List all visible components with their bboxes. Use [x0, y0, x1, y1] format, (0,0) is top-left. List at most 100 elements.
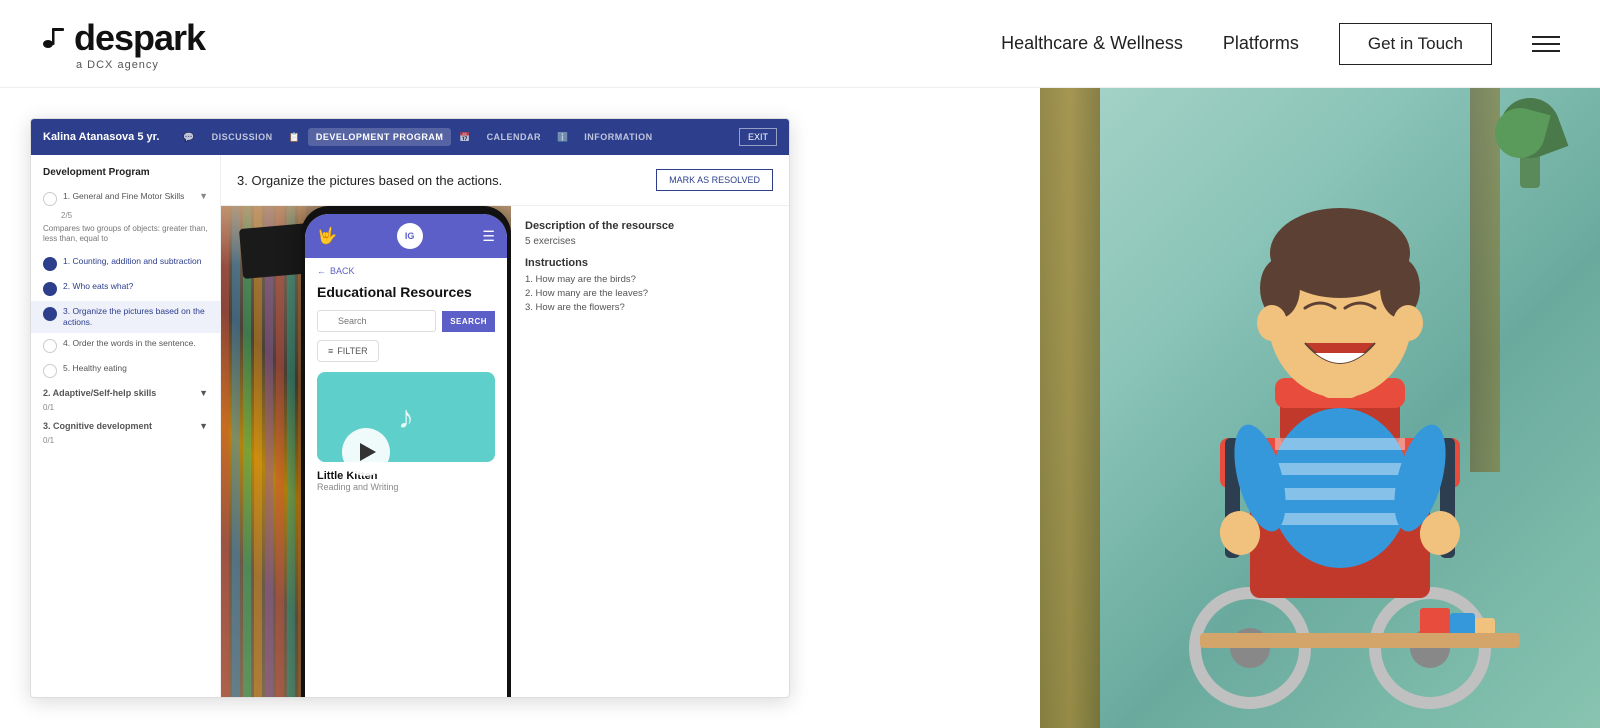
- phone-card-title: Little Kitten: [317, 470, 495, 482]
- hamburger-line-2: [1532, 43, 1560, 45]
- phone-screen: 🤟 IG ☰ ← BACK: [305, 214, 507, 697]
- app-tab-development-program[interactable]: DEVELOPMENT PROGRAM: [308, 128, 452, 146]
- sidebar-dot-active-2: [43, 282, 57, 296]
- music-note-icon: ♪: [398, 399, 414, 436]
- mark-resolved-button[interactable]: MARK AS RESOLVED: [656, 169, 773, 191]
- sidebar-section-adaptive[interactable]: 2. Adaptive/Self-help skills ▼: [31, 383, 220, 403]
- sidebar-section-cognitive-expand: ▼: [199, 421, 208, 431]
- devprogram-icon: 📋: [289, 132, 300, 143]
- header: despark a DCX agency Healthcare & Wellne…: [0, 0, 1600, 88]
- sidebar-dot-active-3: [43, 307, 57, 321]
- logo-text: despark: [74, 17, 205, 59]
- main-content: Kalina Atanasova 5 yr. 💬 DISCUSSION 📋 DE…: [0, 88, 1600, 728]
- sidebar-label-healthy-eating: 5. Healthy eating: [63, 363, 127, 374]
- logo[interactable]: despark: [40, 17, 205, 59]
- sidebar-title: Development Program: [31, 167, 220, 186]
- app-user-name: Kalina Atanasova 5 yr.: [43, 131, 159, 143]
- child-photo: [1040, 88, 1600, 728]
- hamburger-line-1: [1532, 36, 1560, 38]
- get-in-touch-button[interactable]: Get in Touch: [1339, 23, 1492, 65]
- phone-overlay: 🤟 IG ☰ ← BACK: [301, 206, 511, 697]
- main-nav: Healthcare & Wellness Platforms Get in T…: [1001, 23, 1560, 65]
- sidebar-progress-motor: 2/5: [31, 211, 220, 224]
- task-header: 3. Organize the pictures based on the ac…: [221, 155, 789, 206]
- phone-section-title: Educational Resources: [305, 280, 507, 310]
- tab-information-label: INFORMATION: [584, 132, 652, 142]
- sidebar-item-motor-skills[interactable]: 1. General and Fine Motor Skills ▼: [31, 186, 220, 211]
- sidebar-item-organize[interactable]: 3. Organize the pictures based on the ac…: [31, 301, 220, 333]
- sidebar-progress-cognitive: 0/1: [31, 436, 220, 449]
- sidebar-section-adaptive-label: 2. Adaptive/Self-help skills: [43, 388, 156, 398]
- filter-icon: ≡: [328, 346, 333, 356]
- phone-search-input[interactable]: [317, 310, 436, 332]
- instruction-2: 2. How many are the leaves?: [525, 288, 775, 299]
- sidebar-item-counting[interactable]: 1. Counting, addition and subtraction: [31, 251, 220, 276]
- despark-logo-icon: [40, 24, 68, 52]
- app-body: Development Program 1. General and Fine …: [31, 155, 789, 697]
- sidebar-item-label-motor: 1. General and Fine Motor Skills: [63, 191, 184, 202]
- filter-label: FILTER: [337, 346, 367, 356]
- app-tab-information[interactable]: INFORMATION: [576, 128, 660, 146]
- sidebar-item-healthy-eating[interactable]: 5. Healthy eating: [31, 358, 220, 383]
- phone-avatar: IG: [397, 223, 423, 249]
- sidebar-label-counting: 1. Counting, addition and subtraction: [63, 256, 201, 267]
- sidebar-progress-adaptive: 0/1: [31, 403, 220, 416]
- logo-area: despark a DCX agency: [40, 17, 205, 71]
- task-exercises: 5 exercises: [525, 236, 775, 247]
- task-content: 🤟 IG ☰ ← BACK: [221, 206, 789, 697]
- phone-top-bar: 🤟 IG ☰: [305, 214, 507, 258]
- instruction-1: 1. How may are the birds?: [525, 274, 775, 285]
- app-header-bar: Kalina Atanasova 5 yr. 💬 DISCUSSION 📋 DE…: [31, 119, 789, 155]
- sidebar-dot-empty: [43, 192, 57, 206]
- sidebar-label-order-words: 4. Order the words in the sentence.: [63, 338, 196, 349]
- play-button[interactable]: [342, 428, 390, 476]
- sidebar-expand-icon: ▼: [199, 191, 208, 201]
- sidebar-dot-active-1: [43, 257, 57, 271]
- tab-calendar-label: CALENDAR: [487, 132, 542, 142]
- phone-hamburger-icon[interactable]: ☰: [482, 228, 495, 245]
- task-right-panel: Description of the resoursce 5 exercises…: [511, 206, 789, 697]
- phone-search-row: 🔍 SEARCH: [305, 310, 507, 340]
- right-panel: [1040, 88, 1600, 728]
- info-icon: ℹ️: [557, 132, 568, 143]
- sidebar-item-order-words[interactable]: 4. Order the words in the sentence.: [31, 333, 220, 358]
- sidebar-section-cognitive-label: 3. Cognitive development: [43, 421, 152, 431]
- exit-button[interactable]: EXIT: [739, 128, 777, 146]
- phone-filter-button[interactable]: ≡ FILTER: [317, 340, 379, 362]
- instruction-3: 3. How are the flowers?: [525, 302, 775, 313]
- nav-platforms[interactable]: Platforms: [1223, 33, 1299, 54]
- tab-devprogram-label: DEVELOPMENT PROGRAM: [316, 132, 444, 142]
- nav-healthcare-wellness[interactable]: Healthcare & Wellness: [1001, 33, 1183, 54]
- app-main-area: 3. Organize the pictures based on the ac…: [221, 155, 789, 697]
- left-panel: Kalina Atanasova 5 yr. 💬 DISCUSSION 📋 DE…: [0, 88, 1040, 728]
- task-description-label: Description of the resoursce: [525, 220, 775, 232]
- hamburger-line-3: [1532, 50, 1560, 52]
- play-icon: [360, 443, 376, 461]
- sidebar-section-cognitive[interactable]: 3. Cognitive development ▼: [31, 416, 220, 436]
- phone-card-subtitle: Reading and Writing: [317, 482, 495, 492]
- sidebar-item-desc: Compares two groups of objects: greater …: [31, 224, 220, 251]
- task-photo-area: 🤟 IG ☰ ← BACK: [221, 206, 511, 697]
- sidebar-label-organize: 3. Organize the pictures based on the ac…: [63, 306, 208, 328]
- phone-card-info: Little Kitten Reading and Writing: [305, 462, 507, 496]
- app-sidebar: Development Program 1. General and Fine …: [31, 155, 221, 697]
- app-tab-calendar[interactable]: CALENDAR: [479, 128, 550, 146]
- sidebar-item-who-eats[interactable]: 2. Who eats what?: [31, 276, 220, 301]
- sidebar-label-who-eats: 2. Who eats what?: [63, 281, 133, 292]
- child-figure-svg: [1120, 88, 1520, 728]
- tab-discussion-label: DISCUSSION: [212, 132, 273, 142]
- hamburger-menu-button[interactable]: [1532, 36, 1560, 52]
- calendar-icon: 📅: [459, 132, 470, 143]
- task-title: 3. Organize the pictures based on the ac…: [237, 173, 502, 188]
- phone-brand-icon: 🤟: [317, 226, 337, 246]
- logo-subtitle: a DCX agency: [76, 59, 205, 71]
- app-screenshot: Kalina Atanasova 5 yr. 💬 DISCUSSION 📋 DE…: [30, 118, 790, 698]
- back-label: BACK: [330, 266, 355, 276]
- phone-search-button[interactable]: SEARCH: [442, 311, 495, 332]
- app-tab-discussion[interactable]: DISCUSSION: [204, 128, 281, 146]
- back-arrow-icon: ←: [317, 266, 326, 276]
- discussion-icon: 💬: [183, 132, 194, 143]
- sidebar-section-adaptive-expand: ▼: [199, 388, 208, 398]
- phone-back-button[interactable]: ← BACK: [305, 258, 507, 280]
- sidebar-dot-empty-3: [43, 364, 57, 378]
